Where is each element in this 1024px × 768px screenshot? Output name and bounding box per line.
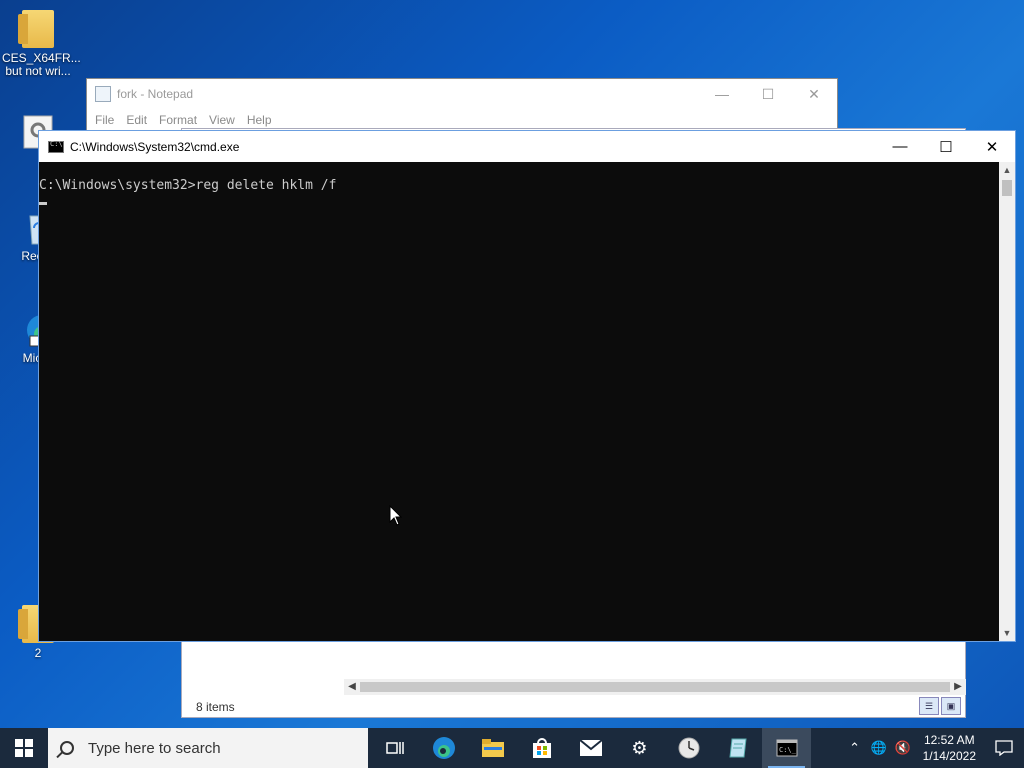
notifications-icon[interactable]: [984, 728, 1024, 768]
store-icon[interactable]: [517, 728, 566, 768]
cmd-window[interactable]: C:\Windows\System32\cmd.exe — ☐ ✕ C:\Win…: [38, 130, 1016, 642]
notepad-title: fork - Notepad: [117, 87, 194, 101]
scroll-up-icon[interactable]: ▲: [999, 162, 1015, 178]
notepad-minimize-button[interactable]: —: [699, 79, 745, 109]
search-placeholder: Type here to search: [88, 739, 221, 757]
menu-format[interactable]: Format: [153, 113, 203, 127]
scroll-right-icon[interactable]: ▶: [950, 679, 966, 695]
scroll-left-icon[interactable]: ◀: [344, 679, 360, 695]
network-icon[interactable]: 🌐: [867, 740, 891, 756]
cmd-scroll-thumb[interactable]: [1002, 180, 1012, 196]
notepad-app-icon[interactable]: [713, 728, 762, 768]
large-icons-view-icon[interactable]: ▣: [941, 697, 961, 715]
edge-icon[interactable]: [419, 728, 468, 768]
desktop-icon-ces-folder[interactable]: CES_X64FR... but not wri...: [2, 10, 81, 78]
cmd-icon[interactable]: C:\_: [762, 728, 811, 768]
volume-muted-icon[interactable]: 🔇: [891, 740, 915, 756]
cmd-title: C:\Windows\System32\cmd.exe: [70, 139, 240, 154]
svg-text:C:\_: C:\_: [779, 746, 797, 754]
settings-icon[interactable]: ⚙: [615, 728, 664, 768]
scroll-thumb[interactable]: [360, 682, 950, 692]
explorer-horizontal-scrollbar[interactable]: ◀ ▶: [344, 679, 966, 695]
system-tray: ⌃ 🌐 🔇 12:52 AM 1/14/2022: [843, 728, 1024, 768]
start-button[interactable]: [0, 728, 48, 768]
menu-help[interactable]: Help: [241, 113, 278, 127]
show-hidden-icons-icon[interactable]: ⌃: [843, 740, 867, 756]
desktop-icon-label: CES_X64FR... but not wri...: [2, 51, 81, 78]
cmd-minimize-button[interactable]: —: [877, 131, 923, 162]
console-line: C:\Windows\system32>reg delete hklm /f: [39, 178, 337, 193]
cmd-maximize-button[interactable]: ☐: [923, 131, 969, 162]
folder-icon: [18, 10, 56, 50]
clock-app-icon[interactable]: [664, 728, 713, 768]
windows-logo-icon: [15, 739, 33, 757]
console-cursor: [39, 194, 999, 210]
clock-date: 1/14/2022: [922, 749, 976, 763]
notepad-close-button[interactable]: ✕: [791, 79, 837, 109]
cmd-titlebar[interactable]: C:\Windows\System32\cmd.exe: [39, 131, 1015, 162]
taskbar: Type here to search ⚙ C:\_ ⌃ 🌐 🔇 12:52 A…: [0, 728, 1024, 768]
notepad-icon: [95, 86, 111, 102]
mail-icon[interactable]: [566, 728, 615, 768]
task-view-icon[interactable]: [370, 728, 419, 768]
console-output[interactable]: C:\Windows\system32>reg delete hklm /f: [39, 162, 999, 641]
desktop-icon-label: 2: [34, 646, 42, 660]
search-icon: [60, 741, 74, 755]
cmd-vertical-scrollbar[interactable]: ▲ ▼: [999, 162, 1015, 641]
taskbar-search-box[interactable]: Type here to search: [48, 728, 368, 768]
explorer-status-bar: 8 items: [182, 697, 965, 717]
cmd-close-button[interactable]: ✕: [969, 131, 1015, 162]
menu-edit[interactable]: Edit: [120, 113, 153, 127]
menu-view[interactable]: View: [203, 113, 241, 127]
item-count: 8 items: [196, 700, 235, 714]
mouse-pointer-icon: [389, 504, 403, 530]
clock-time: 12:52 AM: [923, 733, 975, 747]
clock[interactable]: 12:52 AM 1/14/2022: [915, 732, 984, 764]
notepad-maximize-button[interactable]: ☐: [745, 79, 791, 109]
menu-file[interactable]: File: [89, 113, 120, 127]
details-view-icon[interactable]: ☰: [919, 697, 939, 715]
file-explorer-icon[interactable]: [468, 728, 517, 768]
scroll-down-icon[interactable]: ▼: [999, 625, 1015, 641]
cmd-window-icon: [48, 140, 64, 153]
